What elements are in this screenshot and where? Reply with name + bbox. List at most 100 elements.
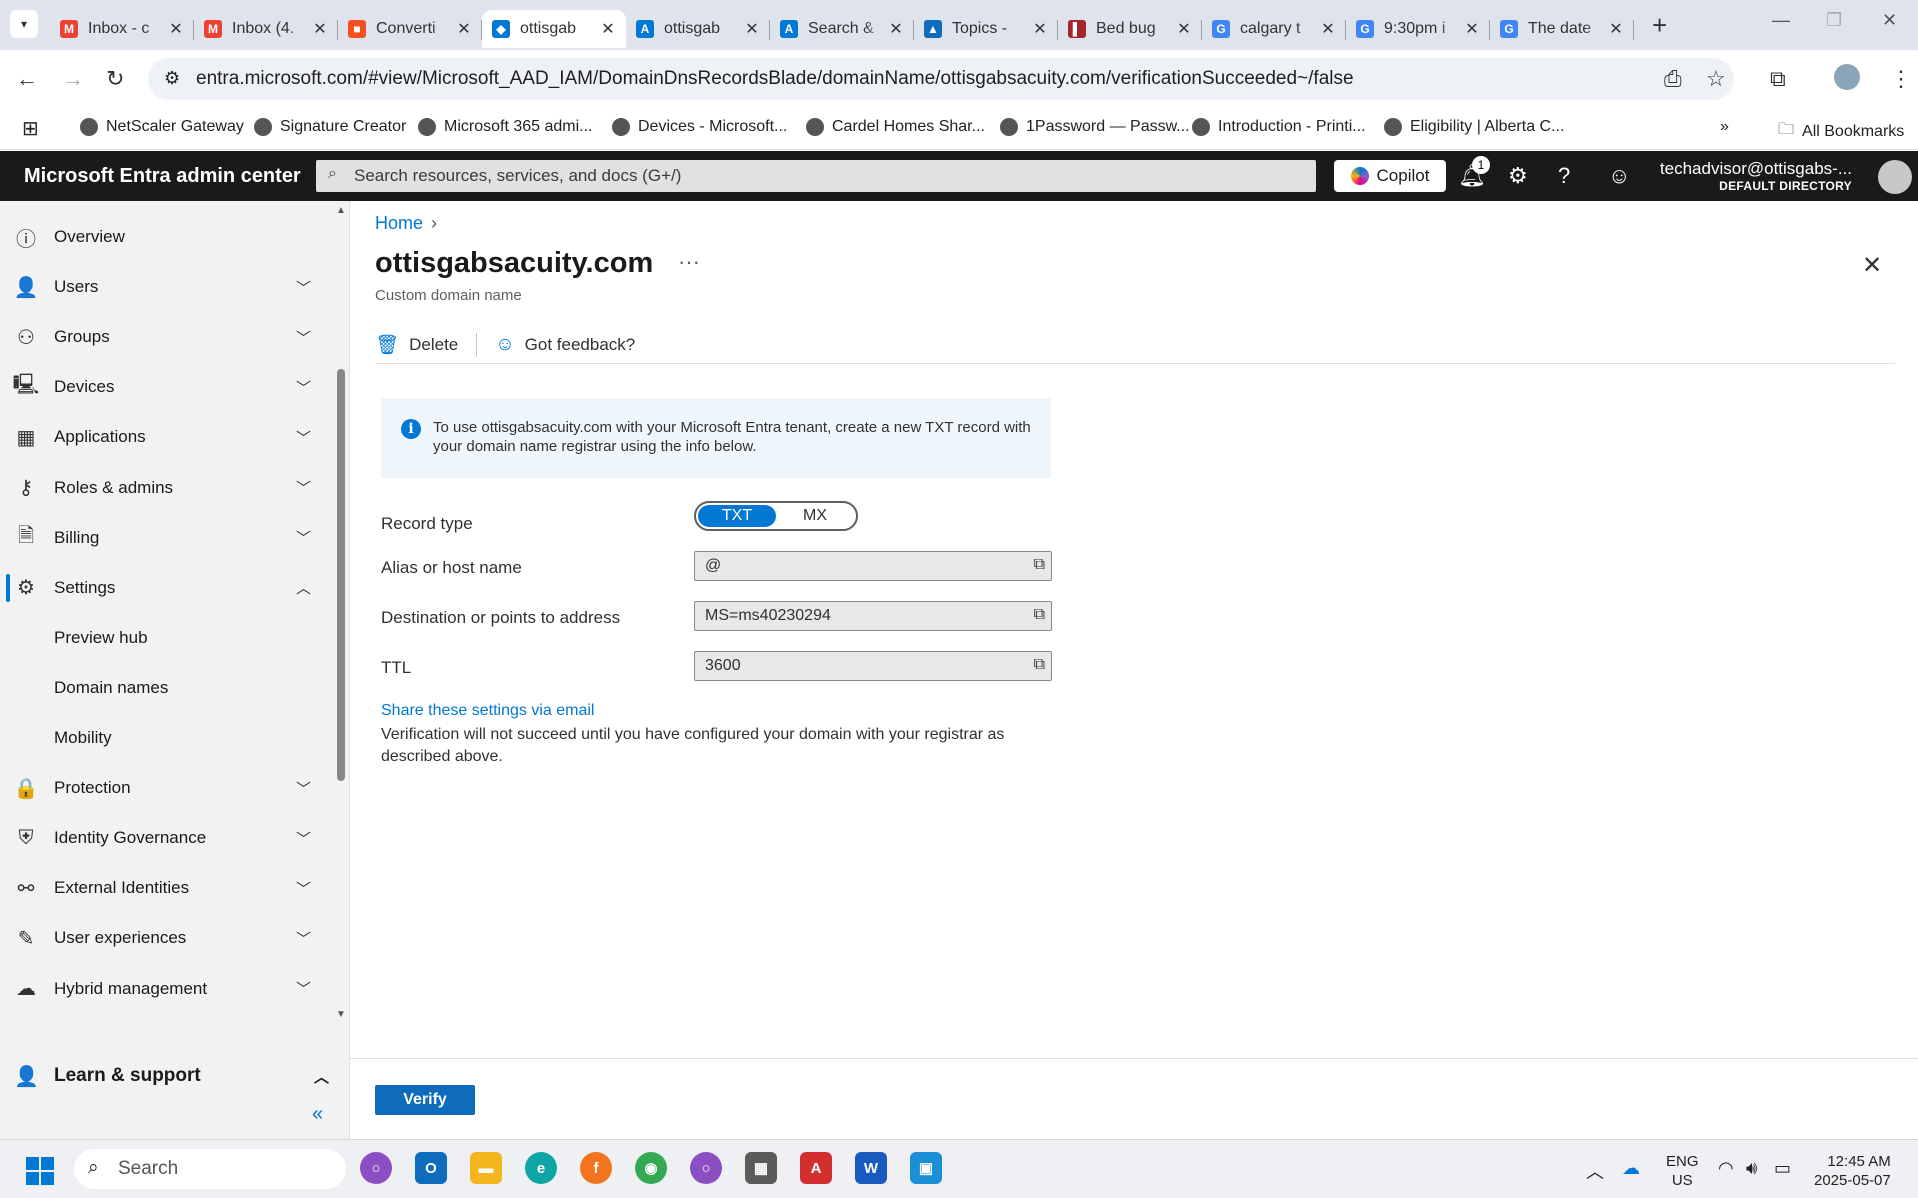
- sidebar-item-domain-names[interactable]: Domain names: [0, 668, 330, 708]
- bookmark-item[interactable]: Introduction - Printi...: [1192, 118, 1366, 136]
- chevron-down-icon[interactable]: ﹀: [296, 327, 311, 348]
- copy-icon[interactable]: ⧉: [1034, 556, 1045, 574]
- browser-tab[interactable]: ▌ Bed bug ✕: [1058, 10, 1202, 48]
- close-tab-icon[interactable]: ✕: [1176, 19, 1192, 39]
- portal-brand[interactable]: Microsoft Entra admin center: [24, 165, 301, 188]
- bookmark-item[interactable]: Cardel Homes Shar...: [806, 118, 985, 136]
- sidebar-item-overview[interactable]: ⓘ Overview: [0, 217, 330, 257]
- browser-menu-icon[interactable]: ⋮: [1890, 66, 1912, 92]
- sidebar-item-roles-admins[interactable]: ⚷ Roles & admins ﹀: [0, 468, 330, 508]
- chrome-icon[interactable]: ◉: [635, 1152, 667, 1184]
- chevron-down-icon[interactable]: ﹀: [296, 477, 311, 498]
- global-search-input[interactable]: ⌕ Search resources, services, and docs (…: [316, 160, 1316, 192]
- sidebar-item-protection[interactable]: 🔒 Protection ﹀: [0, 768, 330, 808]
- close-tab-icon[interactable]: ✕: [1608, 19, 1624, 39]
- close-tab-icon[interactable]: ✕: [168, 19, 184, 39]
- windows-start-icon[interactable]: [26, 1157, 54, 1185]
- sidebar-item-external-identities[interactable]: ⚯ External Identities ﹀: [0, 868, 330, 908]
- bookmark-item[interactable]: Eligibility | Alberta C...: [1384, 118, 1564, 136]
- settings-gear-icon[interactable]: ⚙: [1508, 163, 1528, 189]
- verify-button[interactable]: Verify: [375, 1085, 475, 1115]
- chevron-down-icon[interactable]: ﹀: [296, 527, 311, 548]
- edge-icon[interactable]: e: [525, 1152, 557, 1184]
- file-explorer-icon[interactable]: ▬: [470, 1152, 502, 1184]
- chevron-down-icon[interactable]: ﹀: [296, 978, 311, 999]
- sidebar-scroll-thumb[interactable]: [337, 369, 345, 781]
- wifi-icon[interactable]: ◠: [1718, 1158, 1734, 1179]
- copy-icon[interactable]: ⧉: [1034, 656, 1045, 674]
- close-tab-icon[interactable]: ✕: [1032, 19, 1048, 39]
- bookmark-item[interactable]: Microsoft 365 admi...: [418, 118, 593, 136]
- close-tab-icon[interactable]: ✕: [600, 19, 616, 39]
- battery-icon[interactable]: ▭: [1774, 1158, 1791, 1179]
- apps-grid-icon[interactable]: ⊞: [22, 116, 39, 141]
- browser-tab[interactable]: ■ Converti ✕: [338, 10, 482, 48]
- browser-tab[interactable]: Aottisgab ✕: [626, 10, 770, 48]
- site-settings-icon[interactable]: ⚙: [164, 68, 180, 89]
- browser-tab[interactable]: A Search & ✕: [770, 10, 914, 48]
- help-icon[interactable]: ?: [1558, 163, 1570, 189]
- browser-tab[interactable]: G The date ✕: [1490, 10, 1634, 48]
- sidebar-item-billing[interactable]: 🗎 Billing ﹀: [0, 518, 330, 558]
- more-options-icon[interactable]: ···: [678, 249, 700, 275]
- tray-overflow-chevron-icon[interactable]: ︿: [1586, 1158, 1604, 1184]
- word-icon[interactable]: W: [855, 1152, 887, 1184]
- scroll-up-icon[interactable]: ▲: [336, 205, 346, 216]
- window-close-icon[interactable]: ✕: [1882, 10, 1897, 31]
- chevron-up-icon[interactable]: ︿: [296, 577, 311, 598]
- record-type-txt[interactable]: TXT: [698, 505, 776, 527]
- bookmark-item[interactable]: Devices - Microsoft...: [612, 118, 787, 136]
- taskbar-clock[interactable]: 12:45 AM 2025-05-07: [1814, 1152, 1891, 1190]
- feedback-button[interactable]: ☺ Got feedback?: [495, 334, 635, 356]
- firefox-icon[interactable]: f: [580, 1152, 612, 1184]
- extensions-icon[interactable]: ⧉: [1770, 66, 1786, 92]
- record-type-mx[interactable]: MX: [776, 505, 854, 527]
- record-type-toggle[interactable]: TXT MX: [694, 501, 858, 531]
- profile-avatar-icon[interactable]: [1834, 64, 1860, 90]
- bookmark-star-icon[interactable]: ☆: [1706, 66, 1726, 92]
- minimize-icon[interactable]: —: [1772, 10, 1790, 31]
- chevron-down-icon[interactable]: ﹀: [296, 778, 311, 799]
- copilot-app-icon[interactable]: ○: [360, 1152, 392, 1184]
- sidebar-item-devices[interactable]: 🖳 Devices ﹀: [0, 367, 330, 407]
- chevron-down-icon[interactable]: ﹀: [296, 928, 311, 949]
- chevron-down-icon[interactable]: ﹀: [296, 277, 311, 298]
- new-tab-plus-icon[interactable]: +: [1652, 10, 1667, 41]
- bookmark-item[interactable]: 1Password — Passw...: [1000, 118, 1190, 136]
- learn-support-section[interactable]: 👤 Learn & support ︿: [0, 1053, 350, 1099]
- sidebar-item-settings[interactable]: ⚙ Settings ︿: [0, 568, 330, 608]
- language-indicator[interactable]: ENG US: [1666, 1152, 1699, 1190]
- browser-tab[interactable]: ◆ ottisgab ✕: [482, 10, 626, 48]
- sidebar-item-identity-governance[interactable]: ⛨ Identity Governance ﹀: [0, 818, 330, 858]
- url-field[interactable]: ⚙ entra.microsoft.com/#view/Microsoft_AA…: [148, 58, 1734, 100]
- sidebar-item-applications[interactable]: ▦ Applications ﹀: [0, 417, 330, 457]
- install-app-icon[interactable]: ⎙: [1664, 66, 1682, 92]
- all-bookmarks-link[interactable]: 🗀 All Bookmarks: [1778, 118, 1904, 145]
- browser-tab[interactable]: M Inbox (4. ✕: [194, 10, 338, 48]
- chevron-down-icon[interactable]: ﹀: [296, 828, 311, 849]
- ttl-field[interactable]: 3600 ⧉: [694, 651, 1052, 681]
- close-tab-icon[interactable]: ✕: [1464, 19, 1480, 39]
- close-blade-icon[interactable]: ✕: [1862, 251, 1882, 280]
- close-tab-icon[interactable]: ✕: [312, 19, 328, 39]
- browser-tab[interactable]: M Inbox - c ✕: [50, 10, 194, 48]
- close-tab-icon[interactable]: ✕: [744, 19, 760, 39]
- alias-field[interactable]: @ ⧉: [694, 551, 1052, 581]
- feedback-icon[interactable]: ☺: [1608, 163, 1630, 189]
- sidebar-item-preview-hub[interactable]: Preview hub: [0, 618, 330, 658]
- outlook-icon[interactable]: O: [415, 1152, 447, 1184]
- back-arrow-icon[interactable]: ←: [16, 66, 38, 92]
- scroll-down-icon[interactable]: ▼: [336, 1009, 346, 1020]
- share-settings-link[interactable]: Share these settings via email: [381, 702, 594, 720]
- copy-icon[interactable]: ⧉: [1034, 606, 1045, 624]
- browser-tab[interactable]: ▲ Topics - ✕: [914, 10, 1058, 48]
- sidebar-item-hybrid-management[interactable]: ☁ Hybrid management ﹀: [0, 969, 330, 1009]
- remote-desktop-icon[interactable]: ▣: [910, 1152, 942, 1184]
- close-tab-icon[interactable]: ✕: [1320, 19, 1336, 39]
- collapse-sidebar-icon[interactable]: «: [312, 1103, 323, 1126]
- restore-icon[interactable]: ❐: [1826, 10, 1842, 31]
- forward-arrow-icon[interactable]: →: [62, 66, 84, 92]
- delete-button[interactable]: 🗑︎ Delete: [375, 333, 458, 357]
- copilot-app-icon[interactable]: ○: [690, 1152, 722, 1184]
- sidebar-item-user-experiences[interactable]: ✎ User experiences ﹀: [0, 918, 330, 958]
